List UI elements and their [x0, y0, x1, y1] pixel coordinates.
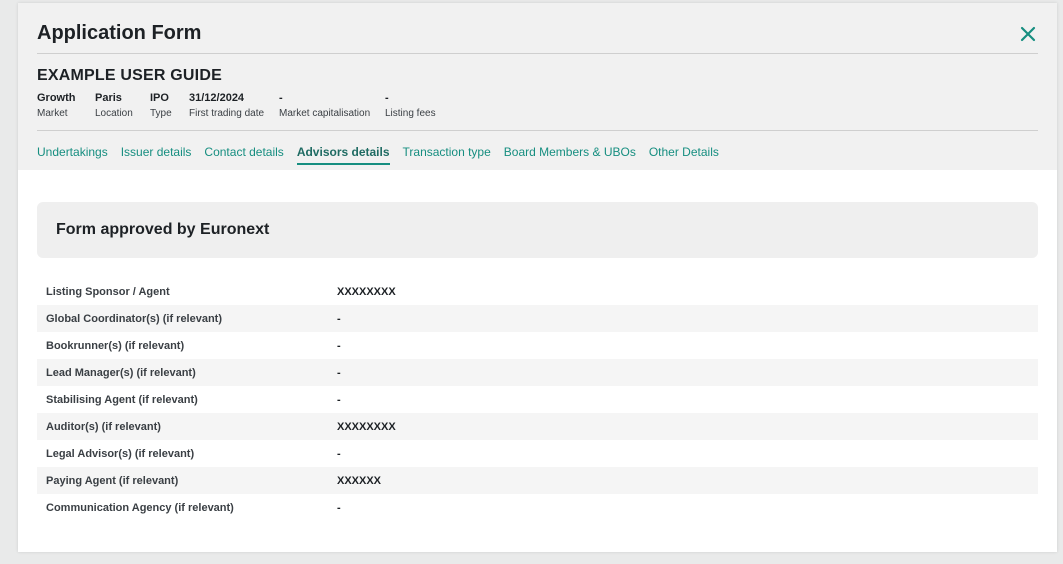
meta-market-capitalisation: - Market capitalisation [279, 92, 370, 119]
modal-title: Application Form [37, 22, 202, 44]
advisors-table: Listing Sponsor / Agent XXXXXXXX Global … [37, 278, 1038, 521]
meta-label: Market [37, 108, 68, 119]
row-value: XXXXXXXX [337, 420, 396, 433]
tab-board-members-ubos[interactable]: Board Members & UBOs [504, 145, 636, 165]
table-row: Lead Manager(s) (if relevant) - [37, 359, 1038, 386]
table-row: Stabilising Agent (if relevant) - [37, 386, 1038, 413]
row-value: XXXXXXXX [337, 285, 396, 298]
tab-contact-details[interactable]: Contact details [204, 145, 283, 165]
row-value: - [337, 339, 341, 352]
meta-divider [37, 130, 1038, 131]
table-row: Global Coordinator(s) (if relevant) - [37, 305, 1038, 332]
tab-transaction-type[interactable]: Transaction type [403, 145, 491, 165]
meta-value: Growth [37, 92, 76, 104]
meta-value: 31/12/2024 [189, 92, 245, 104]
tab-issuer-details[interactable]: Issuer details [121, 145, 192, 165]
meta-label: Market capitalisation [279, 108, 371, 119]
row-value: - [337, 501, 341, 514]
header-divider [37, 53, 1038, 54]
row-value: - [337, 393, 341, 406]
meta-label: First trading date [189, 108, 265, 119]
tab-other-details[interactable]: Other Details [649, 145, 719, 165]
close-icon[interactable] [1019, 25, 1037, 43]
row-label: Auditor(s) (if relevant) [46, 420, 161, 433]
status-banner: Form approved by Euronext [37, 202, 1038, 258]
meta-value: IPO [150, 92, 169, 104]
row-label: Listing Sponsor / Agent [46, 285, 170, 298]
tab-bar: Undertakings Issuer details Contact deta… [37, 145, 732, 165]
meta-value: Paris [95, 92, 122, 104]
meta-value: - [385, 92, 389, 104]
application-form-modal: Application Form EXAMPLE USER GUIDE Grow… [18, 3, 1057, 552]
meta-listing-fees: - Listing fees [385, 92, 436, 119]
meta-label: Listing fees [385, 108, 436, 119]
meta-label: Location [95, 108, 133, 119]
meta-value: - [279, 92, 283, 104]
row-label: Global Coordinator(s) (if relevant) [46, 312, 223, 325]
table-row: Legal Advisor(s) (if relevant) - [37, 440, 1038, 467]
row-value: - [337, 447, 341, 460]
modal-header: Application Form EXAMPLE USER GUIDE Grow… [18, 3, 1057, 170]
meta-type: IPO Type [150, 92, 172, 119]
row-value: XXXXXX [337, 474, 382, 487]
table-row: Communication Agency (if relevant) - [37, 494, 1038, 521]
tab-advisors-details[interactable]: Advisors details [296, 145, 390, 165]
status-banner-text: Form approved by Euronext [56, 221, 270, 238]
row-value: - [337, 366, 341, 379]
table-row: Auditor(s) (if relevant) XXXXXXXX [37, 413, 1038, 440]
tab-undertakings[interactable]: Undertakings [37, 145, 108, 165]
row-label: Lead Manager(s) (if relevant) [46, 366, 196, 379]
row-label: Bookrunner(s) (if relevant) [46, 339, 185, 352]
row-label: Paying Agent (if relevant) [46, 474, 179, 487]
row-label: Stabilising Agent (if relevant) [46, 393, 198, 406]
table-row: Paying Agent (if relevant) XXXXXX [37, 467, 1038, 494]
row-value: - [337, 312, 341, 325]
meta-first-trading-date: 31/12/2024 First trading date [189, 92, 264, 119]
row-label: Legal Advisor(s) (if relevant) [46, 447, 195, 460]
table-row: Listing Sponsor / Agent XXXXXXXX [37, 278, 1038, 305]
meta-location: Paris Location [95, 92, 133, 119]
table-row: Bookrunner(s) (if relevant) - [37, 332, 1038, 359]
row-label: Communication Agency (if relevant) [46, 501, 234, 514]
meta-label: Type [150, 108, 172, 119]
meta-market: Growth Market [37, 92, 76, 119]
form-subtitle: EXAMPLE USER GUIDE [37, 67, 222, 84]
